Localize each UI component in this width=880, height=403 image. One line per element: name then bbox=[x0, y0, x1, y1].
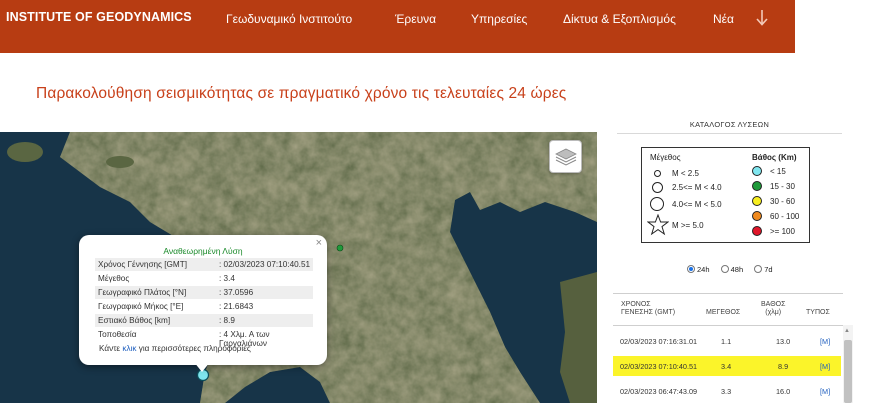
depth-orange-icon bbox=[752, 211, 762, 221]
circle-large-icon bbox=[650, 197, 664, 211]
popup-row-longitude: Γεωγραφικό Μήκος [°E] : 21.6843 bbox=[98, 302, 254, 311]
nav-item-research[interactable]: Έρευνα bbox=[395, 12, 436, 26]
layers-icon bbox=[554, 148, 577, 166]
brand-logo-text[interactable]: INSTITUTE OF GEODYNAMICS bbox=[6, 10, 192, 24]
radio-24h[interactable] bbox=[687, 265, 695, 273]
legend-depth-4: 60 - 100 bbox=[770, 212, 800, 221]
scrollbar-thumb[interactable] bbox=[844, 340, 852, 403]
table-row[interactable]: 02/03/2023 07:16:31.01 1.1 13.0 [M] bbox=[613, 331, 841, 351]
depth-red-icon bbox=[752, 226, 762, 236]
page: INSTITUTE OF GEODYNAMICS Γεωδυναμικό Ινσ… bbox=[0, 0, 880, 403]
layers-button[interactable] bbox=[549, 140, 582, 173]
more-info-link[interactable]: κλικ bbox=[122, 344, 136, 353]
popup-footer: Κάντε κλικ για περισσότερες πληροφορίες bbox=[99, 344, 251, 353]
legend-mag-3: 4.0<= M < 5.0 bbox=[672, 200, 722, 209]
table-row-selected[interactable]: 02/03/2023 07:10:40.51 3.4 8.9 [M] bbox=[613, 356, 841, 376]
legend-mag-2: 2.5<= M < 4.0 bbox=[672, 183, 722, 192]
popup-row-magnitude: Μέγεθος : 3.4 bbox=[98, 274, 235, 283]
nav-item-networks[interactable]: Δίκτυα & Εξοπλισμός bbox=[563, 12, 676, 26]
depth-green-icon bbox=[752, 181, 762, 191]
star-icon bbox=[647, 214, 669, 236]
popup-row-depth: Εστιακό Βάθος [km] : 8.9 bbox=[95, 314, 313, 327]
table-top-border bbox=[613, 293, 843, 294]
nav-item-services[interactable]: Υπηρεσίες bbox=[471, 12, 527, 26]
legend-depth-3: 30 - 60 bbox=[770, 197, 795, 206]
type-link[interactable]: [M] bbox=[820, 337, 830, 346]
popup-pointer bbox=[194, 362, 210, 372]
circle-small-icon bbox=[654, 170, 661, 177]
scroll-up-icon[interactable]: ▲ bbox=[844, 328, 850, 334]
type-link[interactable]: [M] bbox=[820, 387, 830, 396]
legend-mag-1: M < 2.5 bbox=[672, 169, 699, 178]
table-scrollbar[interactable]: ▲ bbox=[843, 325, 853, 403]
popup-row-location: Τοποθεσία : 4 Χλμ. Α των Γαργαλιάνων bbox=[98, 330, 270, 348]
header-depth[interactable]: ΒΑΘΟΣ (χλμ) bbox=[761, 301, 785, 317]
popup-title: Αναθεωρημένη Λύση bbox=[163, 246, 243, 256]
legend-magnitude-header: Μέγεθος bbox=[650, 153, 681, 162]
legend-depth-header: Βάθος (Km) bbox=[752, 153, 797, 162]
arrow-down-icon[interactable] bbox=[755, 8, 769, 28]
radio-7d[interactable] bbox=[754, 265, 763, 273]
type-link[interactable]: [M] bbox=[820, 362, 830, 371]
header-origin-time[interactable]: ΧΡΟΝΟΣ ΓΕΝΕΣΗΣ (GMT) bbox=[621, 301, 675, 317]
earthquake-popup: × Αναθεωρημένη Λύση Χρόνος Γέννησης [GMT… bbox=[79, 235, 327, 372]
time-range-selector: 24h 48h 7d bbox=[687, 265, 782, 274]
legend-mag-4: M >= 5.0 bbox=[672, 221, 704, 230]
popup-row-origin-time: Χρόνος Γέννησης [GMT] : 02/03/2023 07:10… bbox=[95, 258, 313, 271]
catalog-title: ΚΑΤΑΛΟΓΟΣ ΛΥΣΕΩΝ bbox=[689, 120, 770, 129]
nav-item-news[interactable]: Νέα bbox=[713, 12, 734, 26]
page-title: Παρακολούθηση σεισμικότητας σε πραγματικ… bbox=[36, 85, 567, 102]
legend-depth-5: >= 100 bbox=[770, 227, 795, 236]
circle-medium-icon bbox=[652, 182, 663, 193]
depth-yellow-icon bbox=[752, 196, 762, 206]
table-header-border bbox=[613, 325, 843, 326]
depth-cyan-icon bbox=[752, 166, 762, 176]
legend-depth-1: < 15 bbox=[770, 167, 786, 176]
header-magnitude[interactable]: ΜΕΓΕΘΟΣ bbox=[706, 309, 740, 317]
legend-box: Μέγεθος Βάθος (Km) M < 2.5 2.5<= M < 4.0… bbox=[641, 147, 810, 243]
top-navigation-bar: INSTITUTE OF GEODYNAMICS Γεωδυναμικό Ινσ… bbox=[0, 0, 795, 53]
nav-item-institute[interactable]: Γεωδυναμικό Ινστιτούτο bbox=[226, 12, 352, 26]
catalog-divider bbox=[617, 133, 842, 134]
header-type[interactable]: ΤΥΠΟΣ bbox=[806, 309, 830, 317]
table-row[interactable]: 02/03/2023 06:47:43.09 3.3 16.0 [M] bbox=[613, 381, 841, 401]
radio-48h[interactable] bbox=[720, 265, 729, 273]
legend-depth-2: 15 - 30 bbox=[770, 182, 795, 191]
popup-row-latitude: Γεωγραφικό Πλάτος [°N] : 37.0596 bbox=[95, 286, 313, 299]
